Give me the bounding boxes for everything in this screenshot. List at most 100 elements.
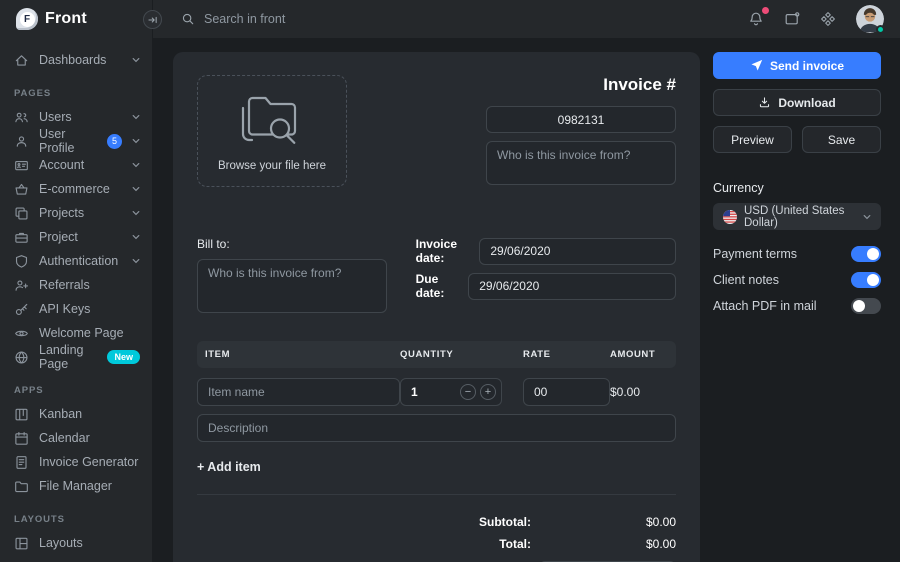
sidebar-item-authentication[interactable]: Authentication <box>0 249 152 273</box>
sidebar-item-layouts[interactable]: Layouts <box>0 531 152 555</box>
save-button[interactable]: Save <box>802 126 881 153</box>
copy-icon <box>14 206 29 221</box>
sidebar-item-account[interactable]: Account <box>0 153 152 177</box>
receipt-icon <box>14 455 29 470</box>
chevron-down-icon <box>132 114 140 120</box>
sidebar-item-user-profile[interactable]: User Profile 5 <box>0 129 152 153</box>
user-plus-icon <box>14 278 29 293</box>
bell-icon <box>748 11 764 27</box>
new-badge: New <box>107 350 140 364</box>
sidebar-item-invoice-generator[interactable]: Invoice Generator <box>0 450 152 474</box>
client-notes-toggle[interactable] <box>851 272 881 288</box>
currency-value: USD (United States Dollar) <box>744 205 856 229</box>
front-logo-icon: F <box>16 8 38 30</box>
chevron-down-icon <box>132 162 140 168</box>
top-navbar: F Front <box>0 0 900 38</box>
quantity-stepper[interactable]: − + <box>400 378 502 406</box>
quantity-decrease-button[interactable]: − <box>460 384 476 400</box>
chevron-down-icon <box>132 57 140 63</box>
payment-terms-label: Payment terms <box>713 247 797 261</box>
attach-pdf-label: Attach PDF in mail <box>713 299 817 313</box>
actions-panel: Send invoice Download Preview Save Curre… <box>713 52 881 562</box>
folder-search-icon <box>233 90 311 152</box>
bill-to-label: Bill to: <box>197 237 387 251</box>
sidebar-item-api-keys[interactable]: API Keys <box>0 297 152 321</box>
file-upload-dropzone[interactable]: Browse your file here <box>197 75 347 187</box>
id-card-icon <box>14 158 29 173</box>
sidebar-section-pages: PAGES <box>0 88 152 99</box>
diamond-grid-icon <box>820 11 836 27</box>
add-item-link[interactable]: + Add item <box>197 460 261 474</box>
subtotal-value: $0.00 <box>531 515 676 529</box>
send-invoice-button[interactable]: Send invoice <box>713 52 881 79</box>
currency-select[interactable]: USD (United States Dollar) <box>713 203 881 230</box>
whats-new-button[interactable] <box>784 11 800 27</box>
bill-to-textarea[interactable] <box>197 259 387 313</box>
kanban-icon <box>14 407 29 422</box>
eye-icon <box>14 326 29 341</box>
item-description-input[interactable] <box>197 414 676 442</box>
currency-label: Currency <box>713 181 881 195</box>
sidebar-section-apps: APPS <box>0 385 152 396</box>
invoice-date-label: Invoice date: <box>416 237 470 265</box>
user-icon <box>14 134 29 149</box>
sidebar-item-dashboards[interactable]: Dashboards <box>0 48 152 72</box>
sidebar-item-project[interactable]: Project <box>0 225 152 249</box>
sidebar-collapse-button[interactable] <box>143 10 162 29</box>
online-status-dot <box>876 25 885 34</box>
invoice-card: Browse your file here Invoice # Bill to:… <box>173 52 700 562</box>
sidebar-item-calendar[interactable]: Calendar <box>0 426 152 450</box>
sidebar-item-referrals[interactable]: Referrals <box>0 273 152 297</box>
payment-terms-row: Payment terms <box>713 246 881 262</box>
global-search[interactable] <box>181 12 374 26</box>
sidebar-item-ecommerce[interactable]: E-commerce <box>0 177 152 201</box>
payment-terms-toggle[interactable] <box>851 246 881 262</box>
preview-button[interactable]: Preview <box>713 126 792 153</box>
rate-input[interactable] <box>523 378 610 406</box>
client-notes-label: Client notes <box>713 273 779 287</box>
invoice-number-input[interactable] <box>486 106 676 133</box>
total-value: $0.00 <box>531 537 676 551</box>
total-label: Total: <box>499 537 531 551</box>
due-date-input[interactable] <box>468 273 676 300</box>
quantity-increase-button[interactable]: + <box>480 384 496 400</box>
chevron-down-icon <box>132 258 140 264</box>
sidebar-item-file-manager[interactable]: File Manager <box>0 474 152 498</box>
search-input[interactable] <box>204 12 374 26</box>
shield-icon <box>14 254 29 269</box>
brand[interactable]: F Front <box>0 8 153 30</box>
sidebar-item-kanban[interactable]: Kanban <box>0 402 152 426</box>
invoice-date-input[interactable] <box>479 238 676 265</box>
chevron-down-icon <box>132 234 140 240</box>
toggle-knob <box>867 274 879 286</box>
apps-launcher-button[interactable] <box>820 11 836 27</box>
sidebar-item-users[interactable]: Users <box>0 105 152 129</box>
attach-pdf-toggle[interactable] <box>851 298 881 314</box>
chevron-down-icon <box>863 214 871 220</box>
col-amount: AMOUNT <box>610 349 668 360</box>
sidebar: Dashboards PAGES Users User Profile 5 Ac… <box>0 38 153 562</box>
divider <box>197 494 676 495</box>
notifications-button[interactable] <box>748 11 764 27</box>
notification-dot <box>762 7 769 14</box>
col-item: ITEM <box>205 349 400 360</box>
calendar-icon <box>14 431 29 446</box>
quantity-input[interactable] <box>411 385 441 399</box>
collapse-arrow-icon <box>147 14 159 26</box>
chevron-down-icon <box>132 138 140 144</box>
chevron-down-icon <box>132 210 140 216</box>
col-quantity: QUANTITY <box>400 349 523 360</box>
key-icon <box>14 302 29 317</box>
attach-pdf-row: Attach PDF in mail <box>713 298 881 314</box>
sidebar-item-projects[interactable]: Projects <box>0 201 152 225</box>
window-dot-icon <box>784 11 800 27</box>
users-icon <box>14 110 29 125</box>
sidebar-item-welcome-page[interactable]: Welcome Page <box>0 321 152 345</box>
item-name-input[interactable] <box>197 378 400 406</box>
paper-plane-icon <box>750 59 763 72</box>
sidebar-item-landing-page[interactable]: Landing Page New <box>0 345 152 369</box>
download-button[interactable]: Download <box>713 89 881 116</box>
us-flag-icon <box>723 210 737 224</box>
user-avatar[interactable] <box>856 5 884 33</box>
invoice-from-textarea[interactable] <box>486 141 676 185</box>
